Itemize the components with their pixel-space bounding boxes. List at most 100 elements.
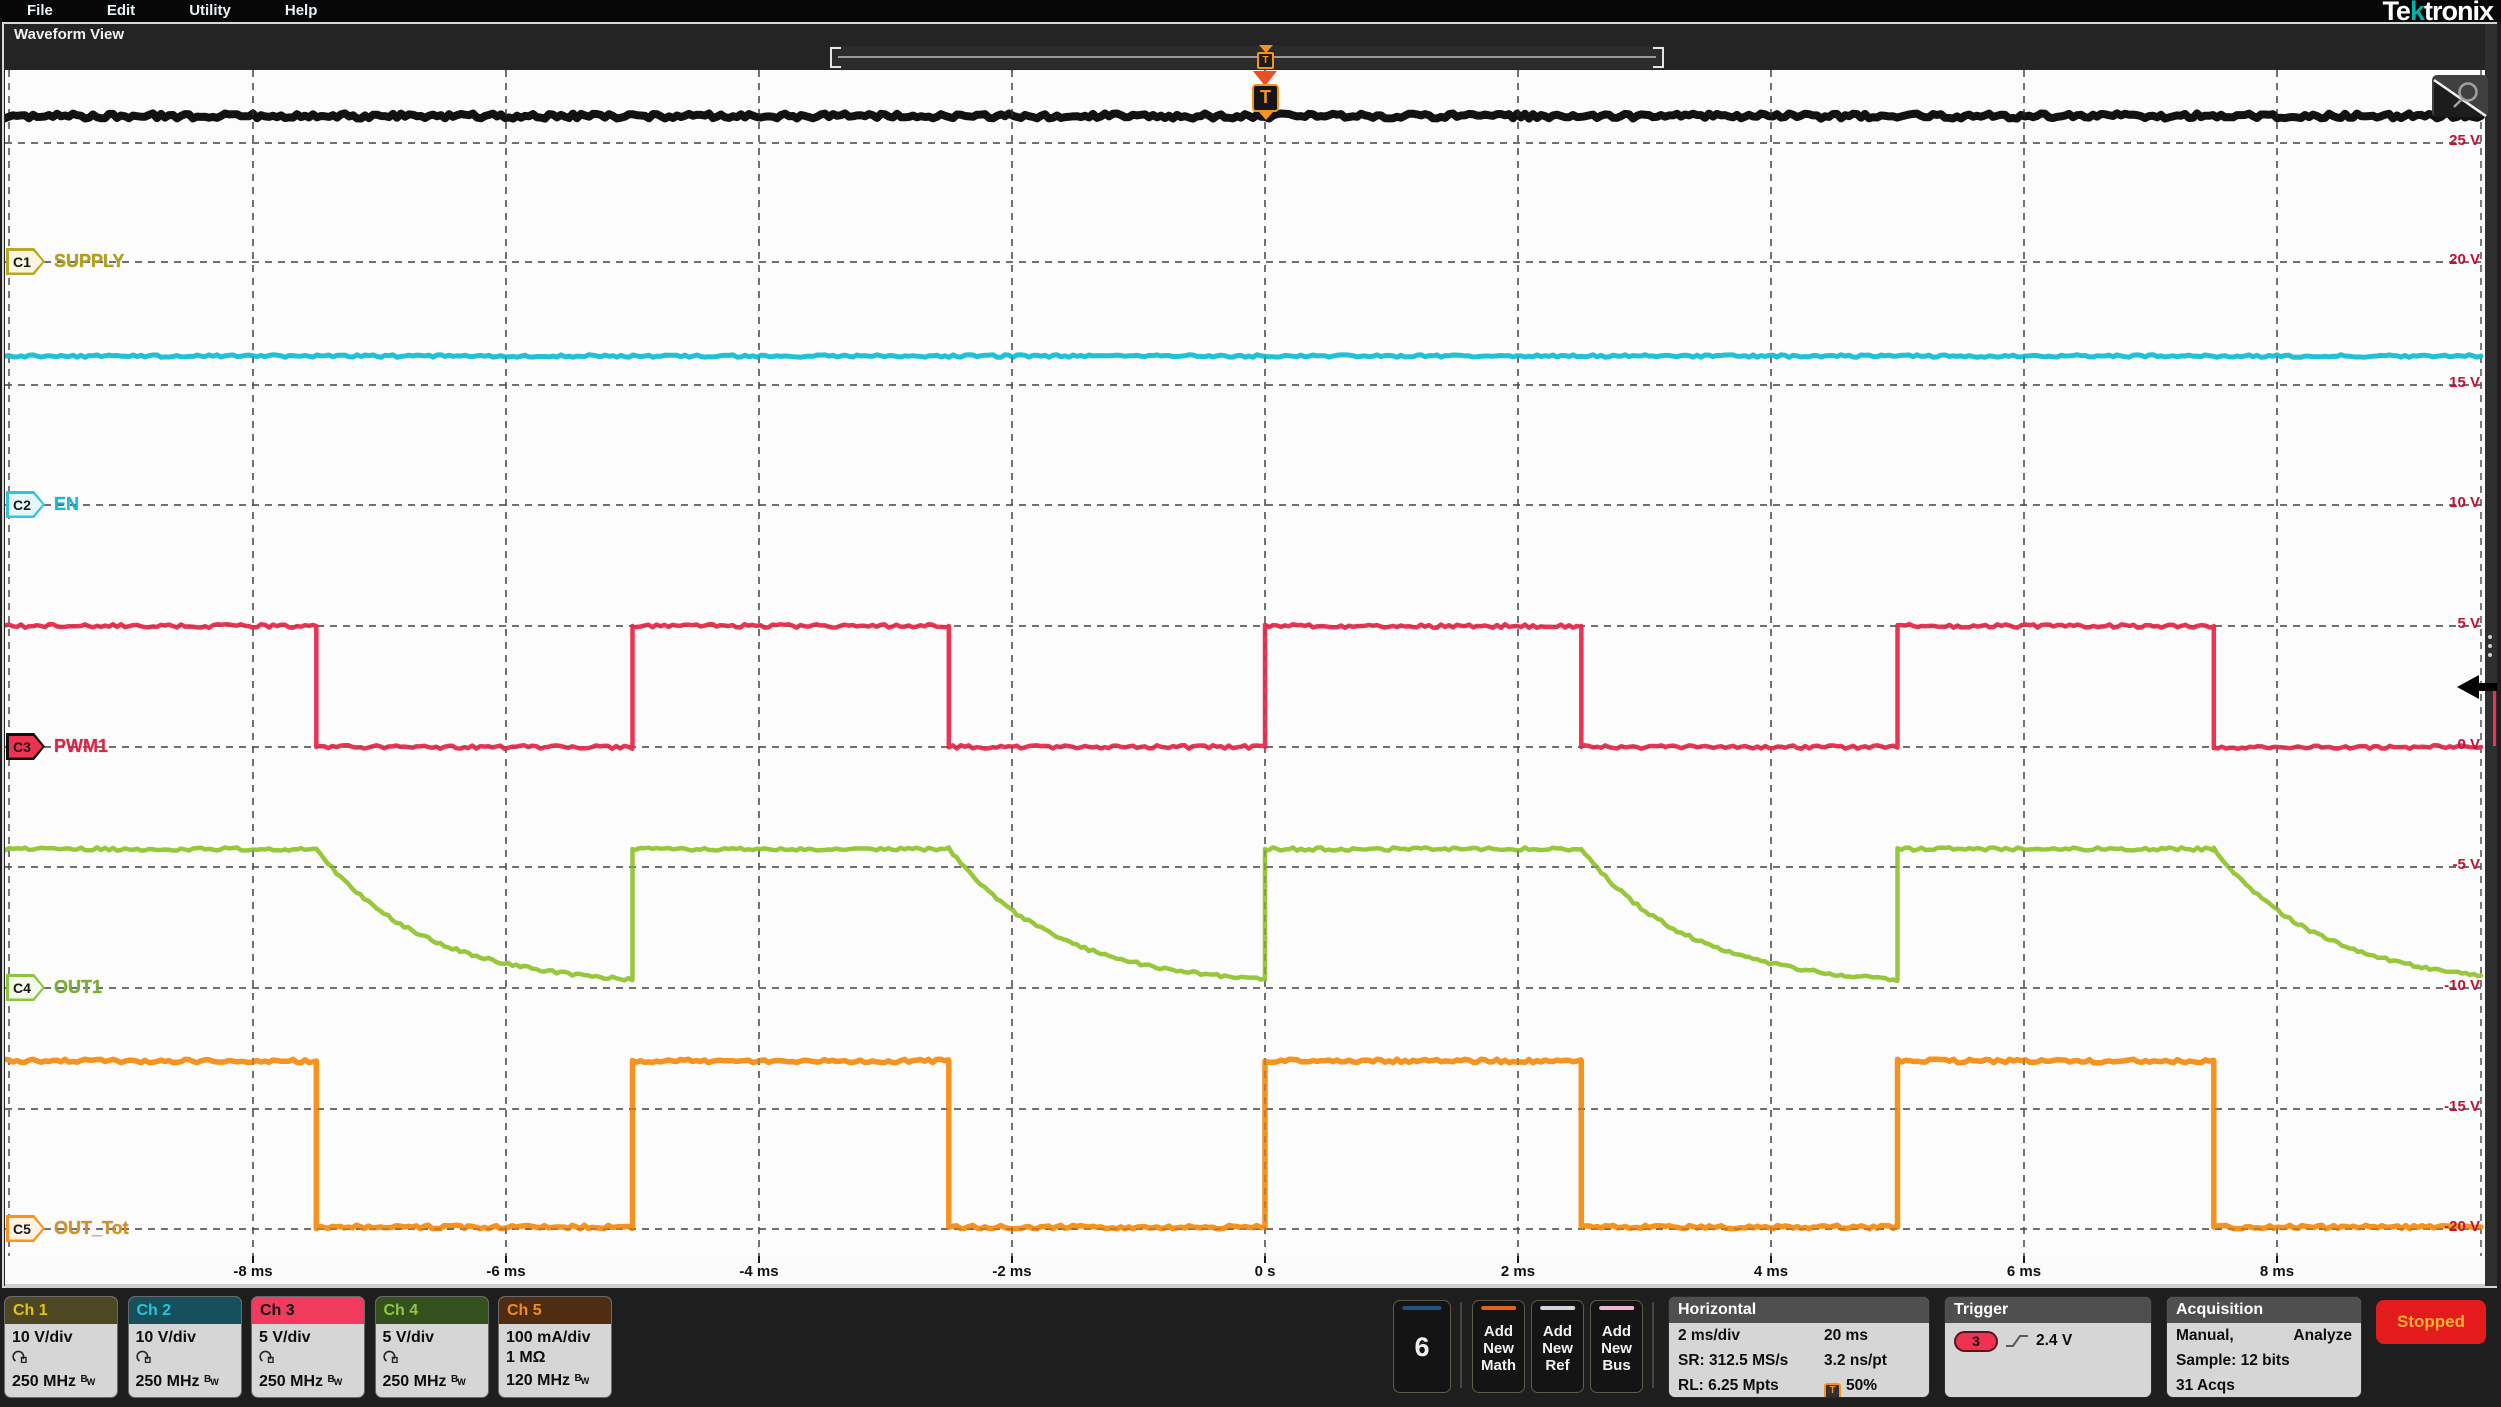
channel-marker-c4[interactable]: C4 OUT1	[6, 974, 102, 1001]
horizontal-sample-rate: SR: 312.5 MS/s	[1678, 1349, 1824, 1373]
y-axis-label: -5 V	[2394, 856, 2480, 873]
channel-scale: 5 V/div	[259, 1326, 357, 1349]
menu-item-utility[interactable]: Utility	[189, 0, 231, 22]
menu-item-edit[interactable]: Edit	[107, 0, 135, 22]
time-tick	[252, 1256, 254, 1263]
y-axis-label: 15 V	[2394, 374, 2480, 391]
menu-item-file[interactable]: File	[27, 0, 53, 22]
y-axis-label: 10 V	[2394, 494, 2480, 511]
channel-marker-c5[interactable]: C5 OUT_Tot	[6, 1215, 129, 1242]
channel-scale: 100 mA/div	[506, 1326, 604, 1349]
time-axis-label: 6 ms	[1979, 1263, 2069, 1280]
channel-bandwidth: 250 MHz BW	[383, 1368, 481, 1394]
time-tick	[1011, 1256, 1013, 1263]
horizontal-pan-zoom-bar[interactable]	[830, 46, 1664, 69]
channel-marker-c1[interactable]: C1SUPPLY	[6, 248, 124, 275]
time-axis-label: 4 ms	[1726, 1263, 1816, 1280]
status-bar: Ch 110 V/div250 MHz BWCh 210 V/div250 MH…	[0, 1290, 2501, 1407]
channel-card-5[interactable]: Ch 5100 mA/div1 MΩ120 MHz BW	[498, 1296, 612, 1398]
acquisition-mode: Manual,	[2176, 1324, 2293, 1348]
y-axis-label: -15 V	[2394, 1098, 2480, 1115]
channel-bandwidth: 120 MHz BW	[506, 1367, 604, 1393]
button-color-stripe	[1481, 1306, 1517, 1310]
y-axis-label: -10 V	[2394, 977, 2480, 994]
side-panel-handle-icon[interactable]	[2488, 630, 2492, 662]
horizontal-window: 20 ms	[1824, 1324, 1920, 1348]
channel-bandwidth: 250 MHz BW	[12, 1368, 110, 1394]
trigger-position-icon: T	[1824, 1383, 1841, 1398]
channel-card-2[interactable]: Ch 210 V/div250 MHz BW	[128, 1296, 242, 1398]
trigger-panel[interactable]: Trigger 3 2.4 V	[1944, 1296, 2152, 1398]
trigger-position-mini-flag[interactable]: T	[1257, 52, 1274, 69]
time-tick	[2023, 1256, 2025, 1263]
trigger-marker-tail	[1259, 112, 1273, 120]
channel-card-3[interactable]: Ch 35 V/div250 MHz BW	[251, 1296, 365, 1398]
channel-badge-c1[interactable]: C1	[6, 248, 45, 275]
horizontal-panel-title: Horizontal	[1669, 1297, 1929, 1323]
horizontal-panel[interactable]: Horizontal 2 ms/div20 ms SR: 312.5 MS/s3…	[1668, 1296, 1930, 1398]
trigger-level: 2.4 V	[2036, 1329, 2072, 1353]
waveform-view-title: Waveform View	[14, 26, 124, 43]
horizontal-resolution: 3.2 ns/pt	[1824, 1349, 1920, 1373]
time-tick	[1264, 1256, 1266, 1263]
channel-6-label: 6	[1394, 1301, 1450, 1394]
y-axis-label: 25 V	[2394, 132, 2480, 149]
channel-card-1[interactable]: Ch 110 V/div 250 MHz BW	[4, 1296, 118, 1398]
button-label: AddNewBus	[1591, 1301, 1642, 1374]
channel-badge-c5[interactable]: C5	[6, 1215, 45, 1242]
time-axis-label: 2 ms	[1473, 1263, 1563, 1280]
menu-bar: File Edit Utility Help	[0, 0, 2501, 22]
channel-card-body: 10 V/div 250 MHz BW	[5, 1324, 117, 1396]
channel-label: OUT_Tot	[54, 1218, 129, 1239]
horizontal-scale: 2 ms/div	[1678, 1324, 1824, 1348]
channel-impedance: 1 MΩ	[506, 1349, 546, 1366]
channel-card-body: 100 mA/div1 MΩ120 MHz BW	[499, 1324, 611, 1395]
time-axis-label: 8 ms	[2232, 1263, 2322, 1280]
oscilloscope-screen: { "menu_bar": { "items": ["File", "Edit"…	[0, 0, 2501, 1407]
add-new-math-button[interactable]: AddNewMath	[1472, 1300, 1525, 1393]
time-axis-label: 0 s	[1220, 1263, 1310, 1280]
acquisition-panel[interactable]: Acquisition Manual,Analyze Sample: 12 bi…	[2166, 1296, 2362, 1398]
probe-icon	[383, 1349, 401, 1363]
channel-bandwidth: 250 MHz BW	[136, 1368, 234, 1394]
divider	[1460, 1302, 1462, 1388]
channel-label: PWM1	[54, 736, 108, 757]
time-axis-label: -4 ms	[714, 1263, 804, 1280]
channel-badge-c2[interactable]: C2	[6, 491, 45, 518]
add-new-bus-button[interactable]: AddNewBus	[1590, 1300, 1643, 1393]
button-color-stripe	[1599, 1306, 1635, 1310]
time-axis-label: -2 ms	[967, 1263, 1057, 1280]
channel-marker-c3[interactable]: C3 PWM1	[6, 733, 108, 760]
trace-en	[5, 355, 2481, 358]
horizontal-record-length: RL: 6.25 Mpts	[1678, 1374, 1824, 1398]
divider	[1652, 1302, 1654, 1388]
channel-badge-c3[interactable]: C3	[6, 733, 45, 760]
channel-scale: 10 V/div	[12, 1326, 110, 1349]
pan-bar-line	[838, 56, 1656, 58]
channel-badge-c4[interactable]: C4	[6, 974, 45, 1001]
channel-card-header: Ch 3	[252, 1297, 364, 1324]
channel-marker-c2[interactable]: C2EN	[6, 491, 79, 518]
time-tick	[758, 1256, 760, 1263]
channel-card-4[interactable]: Ch 45 V/div250 MHz BW	[375, 1296, 489, 1398]
acquisition-sample: Sample: 12 bits	[2176, 1349, 2352, 1373]
acquisition-panel-title: Acquisition	[2167, 1297, 2361, 1323]
menu-item-help[interactable]: Help	[285, 0, 318, 22]
trace-pwm1	[5, 624, 2481, 749]
channel-card-body: 5 V/div 250 MHz BW	[376, 1324, 488, 1396]
probe-icon	[259, 1349, 277, 1363]
channel-scale: 10 V/div	[136, 1326, 234, 1349]
trigger-source-badge: 3	[1954, 1331, 1998, 1352]
channel-label: OUT1	[54, 977, 102, 998]
trigger-marker-flag[interactable]: T	[1252, 84, 1279, 112]
trace-supply	[5, 113, 2481, 118]
channel-card-header: Ch 1	[5, 1297, 117, 1324]
channel-6-button[interactable]: 6	[1393, 1300, 1451, 1393]
channel-scale: 5 V/div	[383, 1326, 481, 1349]
time-tick	[505, 1256, 507, 1263]
rising-edge-icon	[2004, 1331, 2030, 1351]
run-state-badge[interactable]: Stopped	[2376, 1300, 2486, 1344]
zoom-magnifier-button[interactable]	[2432, 75, 2490, 120]
add-new-ref-button[interactable]: AddNewRef	[1531, 1300, 1584, 1393]
waveform-canvas[interactable]	[5, 70, 2485, 1256]
